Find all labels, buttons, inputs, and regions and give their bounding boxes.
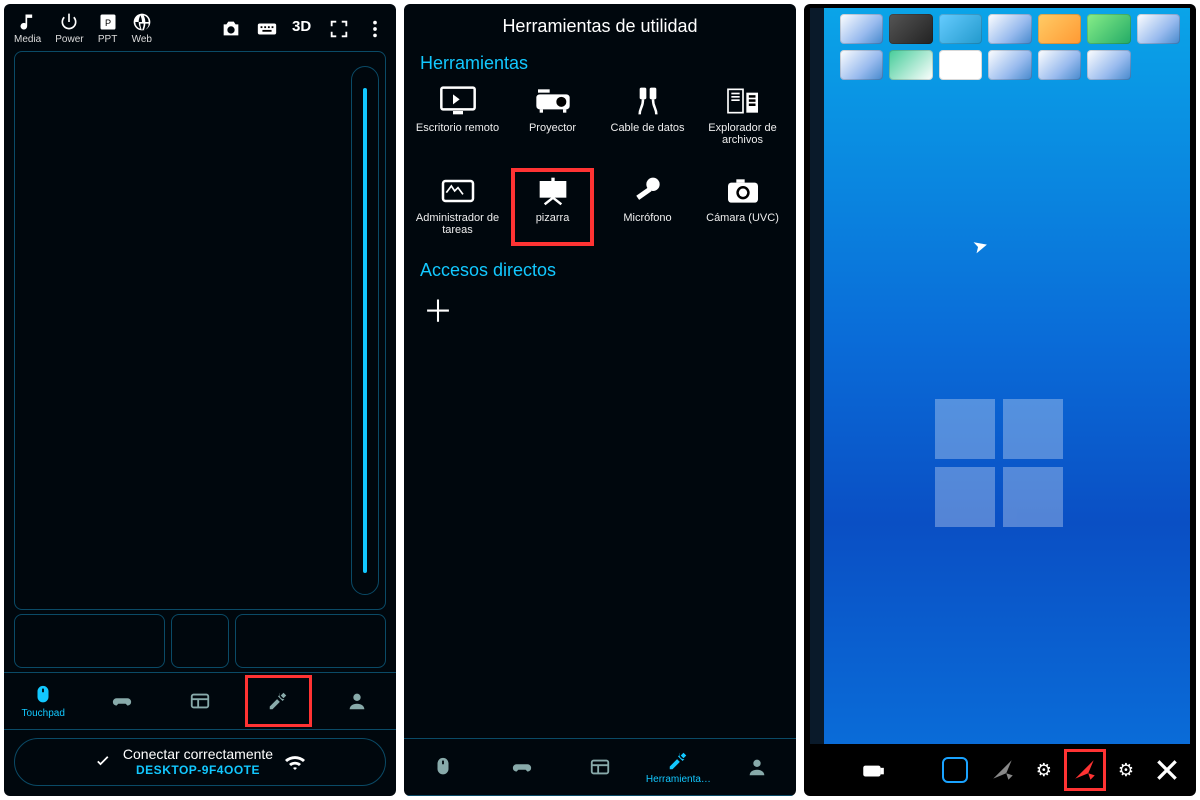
middle-click-button[interactable] xyxy=(171,614,229,668)
tool-camera-uvc[interactable]: Cámara (UVC) xyxy=(695,170,790,252)
shape-tool[interactable] xyxy=(940,755,970,785)
desktop-icon[interactable] xyxy=(939,14,982,44)
nav-tools-label: Herramienta… xyxy=(646,774,711,785)
tool-label: Micrófono xyxy=(623,212,671,224)
section-shortcuts-heading: Accesos directos xyxy=(404,252,796,287)
tool-label: Administrador de tareas xyxy=(410,212,505,236)
desktop-icon[interactable] xyxy=(840,14,883,44)
nav-tools[interactable]: Herramienta… xyxy=(639,739,717,795)
tools-screen: Herramientas de utilidad Herramientas Es… xyxy=(404,4,796,796)
nav-tools[interactable] xyxy=(239,673,317,729)
tool-label: Cable de datos xyxy=(611,122,685,134)
cursor-icon: ➤ xyxy=(971,235,991,259)
media-icon[interactable]: Media xyxy=(14,12,41,45)
tool-data-cable[interactable]: Cable de datos xyxy=(600,80,695,162)
desktop-icon[interactable] xyxy=(988,50,1031,80)
desktop-icon[interactable] xyxy=(1038,14,1081,44)
desktop-icon[interactable] xyxy=(840,50,883,80)
more-icon[interactable] xyxy=(364,18,386,40)
desktop-icon[interactable] xyxy=(1038,50,1081,80)
remote-desktop-view[interactable]: ➤ xyxy=(810,8,1190,744)
camera-icon[interactable] xyxy=(220,18,242,40)
whiteboard-toolbar: ⚙ ⚙ xyxy=(804,744,1196,796)
desktop-icons xyxy=(840,14,1180,80)
web-icon[interactable]: Web xyxy=(132,12,152,45)
scroll-strip[interactable] xyxy=(351,66,379,595)
top-shortcuts: Media Power P PPT Web xyxy=(14,12,152,45)
pointer-settings-icon[interactable]: ⚙ xyxy=(1036,760,1052,781)
tool-label: Explorador de archivos xyxy=(695,122,790,146)
pointer-tool[interactable] xyxy=(988,755,1018,785)
connection-status-bar[interactable]: Conectar correctamente DESKTOP-9F4OOTE xyxy=(14,738,386,786)
fullscreen-icon[interactable] xyxy=(328,18,350,40)
section-tools-heading: Herramientas xyxy=(404,45,796,80)
top-actions: 3D xyxy=(220,12,386,40)
power-icon[interactable]: Power xyxy=(55,12,83,45)
nav-panels[interactable] xyxy=(161,673,239,729)
connection-text: Conectar correctamente DESKTOP-9F4OOTE xyxy=(123,746,273,777)
desktop-icon[interactable] xyxy=(1087,14,1130,44)
desktop-icon[interactable] xyxy=(939,50,982,80)
desktop-icon[interactable] xyxy=(1137,14,1180,44)
nav-panels[interactable] xyxy=(561,739,639,795)
pen-settings-icon[interactable]: ⚙ xyxy=(1118,760,1134,781)
eraser-tool[interactable] xyxy=(858,755,888,785)
touchpad-screen: Media Power P PPT Web 3D xyxy=(4,4,396,796)
mouse-buttons xyxy=(4,614,396,672)
desktop-icon[interactable] xyxy=(889,14,932,44)
nav-gamepad[interactable] xyxy=(82,673,160,729)
desktop-icon[interactable] xyxy=(889,50,932,80)
add-shortcut-button[interactable]: ＋ xyxy=(420,291,456,327)
power-label: Power xyxy=(55,34,83,45)
bottom-nav: Touchpad xyxy=(4,672,396,730)
ppt-icon[interactable]: P PPT xyxy=(98,12,118,45)
screen-title: Herramientas de utilidad xyxy=(404,4,796,45)
shortcuts-row: ＋ xyxy=(404,287,796,331)
tools-grid: Escritorio remoto Proyector Cable de dat… xyxy=(404,80,796,252)
connection-msg: Conectar correctamente xyxy=(123,746,273,763)
whiteboard-screen: ➤ ⚙ ⚙ xyxy=(804,4,1196,796)
nav-touchpad[interactable]: Touchpad xyxy=(4,673,82,729)
wifi-icon xyxy=(283,750,307,774)
desktop-icon[interactable] xyxy=(1087,50,1130,80)
nav-touchpad-label: Touchpad xyxy=(22,708,65,719)
right-click-button[interactable] xyxy=(235,614,386,668)
desktop-icon[interactable] xyxy=(988,14,1031,44)
tool-projector[interactable]: Proyector xyxy=(505,80,600,162)
tool-label: Escritorio remoto xyxy=(416,122,499,134)
close-button[interactable] xyxy=(1152,755,1182,785)
windows-taskbar xyxy=(810,8,824,744)
nav-profile[interactable] xyxy=(718,739,796,795)
tool-label: Cámara (UVC) xyxy=(706,212,779,224)
left-click-button[interactable] xyxy=(14,614,165,668)
nav-gamepad[interactable] xyxy=(482,739,560,795)
bottom-nav: Herramienta… xyxy=(404,738,796,796)
nav-touchpad[interactable] xyxy=(404,739,482,795)
tool-label: pizarra xyxy=(536,212,570,224)
tool-label: Proyector xyxy=(529,122,576,134)
top-bar: Media Power P PPT Web 3D xyxy=(4,4,396,45)
tool-microphone[interactable]: Micrófono xyxy=(600,170,695,252)
media-label: Media xyxy=(14,34,41,45)
connection-host: DESKTOP-9F4OOTE xyxy=(136,763,260,777)
tool-task-manager[interactable]: Administrador de tareas xyxy=(410,170,505,252)
tool-file-explorer[interactable]: Explorador de archivos xyxy=(695,80,790,162)
nav-profile[interactable] xyxy=(318,673,396,729)
3d-icon[interactable]: 3D xyxy=(292,18,314,40)
web-label: Web xyxy=(132,34,152,45)
svg-text:P: P xyxy=(105,18,111,28)
tool-whiteboard[interactable]: pizarra xyxy=(505,170,600,252)
pen-tool[interactable] xyxy=(1070,755,1100,785)
keyboard-icon[interactable] xyxy=(256,18,278,40)
touchpad-area[interactable] xyxy=(14,51,386,610)
ppt-label: PPT xyxy=(98,34,117,45)
windows-logo xyxy=(935,399,1065,529)
check-icon xyxy=(93,752,113,772)
tool-remote-desktop[interactable]: Escritorio remoto xyxy=(410,80,505,162)
